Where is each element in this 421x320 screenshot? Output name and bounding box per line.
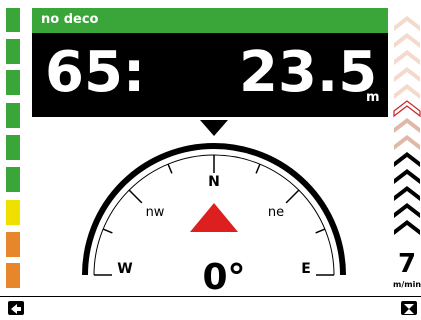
compass-east-label: E xyxy=(301,261,311,277)
hourglass-icon xyxy=(404,304,414,314)
compass-tick xyxy=(128,189,143,204)
compass-tick xyxy=(255,163,261,174)
compass-tick xyxy=(167,163,173,174)
arrow-left-icon xyxy=(11,304,21,314)
ascent-rate-value: 7 xyxy=(398,249,417,279)
ascent-chevron xyxy=(394,67,420,82)
compass: N nw ne W E 0° xyxy=(82,16,421,298)
ascent-rate-unit: m/min xyxy=(393,280,421,289)
compass-northeast-label: ne xyxy=(268,205,284,220)
heading-marker-icon xyxy=(200,120,228,136)
compass-tick xyxy=(315,228,326,234)
ascent-chevron xyxy=(394,186,420,201)
compass-west-label: W xyxy=(117,261,132,277)
ascent-chevron xyxy=(394,203,420,218)
ascent-rate-chevrons xyxy=(393,16,421,235)
back-button[interactable] xyxy=(8,301,24,315)
direction-pointer-icon xyxy=(190,203,238,232)
compass-heading-value: 0° xyxy=(202,257,245,298)
ascent-chevron xyxy=(394,50,420,65)
compass-tick xyxy=(285,189,300,204)
compass-tick xyxy=(102,228,113,234)
dive-computer-screen: no deco 65: 23.5 m N nw ne W E 0° 7 m/mi… xyxy=(0,0,421,317)
ascent-chevron xyxy=(394,220,420,235)
bottom-divider xyxy=(0,296,421,297)
compass-northwest-label: nw xyxy=(146,205,165,220)
ascent-chevron xyxy=(394,135,420,150)
ascent-chevron xyxy=(394,16,420,31)
ascent-chevron xyxy=(394,152,420,167)
ascent-chevron xyxy=(394,118,420,133)
ascent-chevron xyxy=(393,100,421,118)
ascent-chevron xyxy=(394,169,420,184)
compass-north-label: N xyxy=(208,174,220,190)
timer-button[interactable] xyxy=(401,301,417,315)
ascent-chevron xyxy=(394,84,420,99)
ascent-chevron xyxy=(394,33,420,48)
